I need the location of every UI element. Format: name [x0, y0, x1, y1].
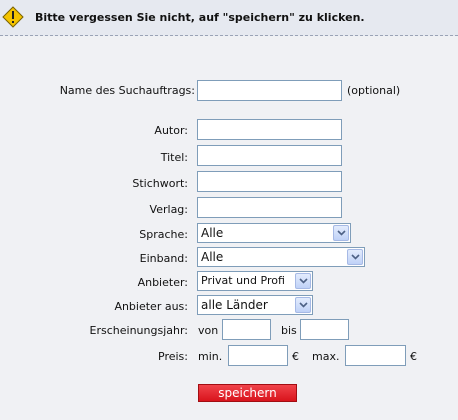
provider-select-value: Privat und Profi	[201, 274, 285, 287]
optional-hint: (optional)	[347, 84, 401, 97]
year-to-label: bis	[281, 324, 297, 337]
notice-bar: Bitte vergessen Sie nicht, auf "speicher…	[0, 0, 458, 36]
provider-label: Anbieter:	[137, 276, 188, 289]
search-name-label: Name des Suchauftrags:	[59, 84, 195, 97]
publisher-input[interactable]	[197, 197, 342, 218]
year-label: Erscheinungsjahr:	[89, 324, 188, 337]
price-max-currency: €	[410, 350, 417, 363]
language-select[interactable]: Alle	[197, 223, 351, 243]
notice-text: Bitte vergessen Sie nicht, auf "speicher…	[35, 11, 365, 24]
year-to-input[interactable]	[300, 319, 349, 340]
price-max-input[interactable]	[345, 345, 406, 366]
provider-from-select-value: alle Länder	[201, 298, 268, 312]
provider-from-label: Anbieter aus:	[114, 300, 188, 313]
chevron-down-icon[interactable]	[347, 249, 363, 265]
warning-icon	[2, 6, 24, 28]
chevron-down-icon[interactable]	[295, 273, 311, 289]
chevron-down-icon[interactable]	[295, 297, 311, 313]
search-name-input[interactable]	[197, 80, 342, 101]
provider-select[interactable]: Privat und Profi	[197, 271, 313, 291]
provider-from-select[interactable]: alle Länder	[197, 295, 313, 315]
author-label: Autor:	[154, 124, 188, 137]
author-input[interactable]	[197, 119, 342, 140]
year-from-input[interactable]	[222, 319, 271, 340]
save-button[interactable]: speichern	[198, 384, 297, 402]
title-label: Titel:	[160, 151, 188, 164]
binding-select[interactable]: Alle	[197, 247, 365, 267]
binding-label: Einband:	[139, 252, 188, 265]
keyword-input[interactable]	[197, 171, 342, 192]
binding-select-value: Alle	[201, 250, 224, 264]
language-label: Sprache:	[139, 228, 188, 241]
price-max-label: max.	[312, 350, 340, 363]
price-min-input[interactable]	[228, 345, 288, 366]
publisher-label: Verlag:	[149, 203, 188, 216]
language-select-value: Alle	[201, 226, 224, 240]
price-min-label: min.	[198, 350, 223, 363]
price-min-currency: €	[292, 350, 299, 363]
year-from-label: von	[198, 324, 219, 337]
keyword-label: Stichwort:	[132, 177, 188, 190]
chevron-down-icon[interactable]	[333, 225, 349, 241]
title-input[interactable]	[197, 145, 342, 166]
price-label: Preis:	[158, 350, 188, 363]
